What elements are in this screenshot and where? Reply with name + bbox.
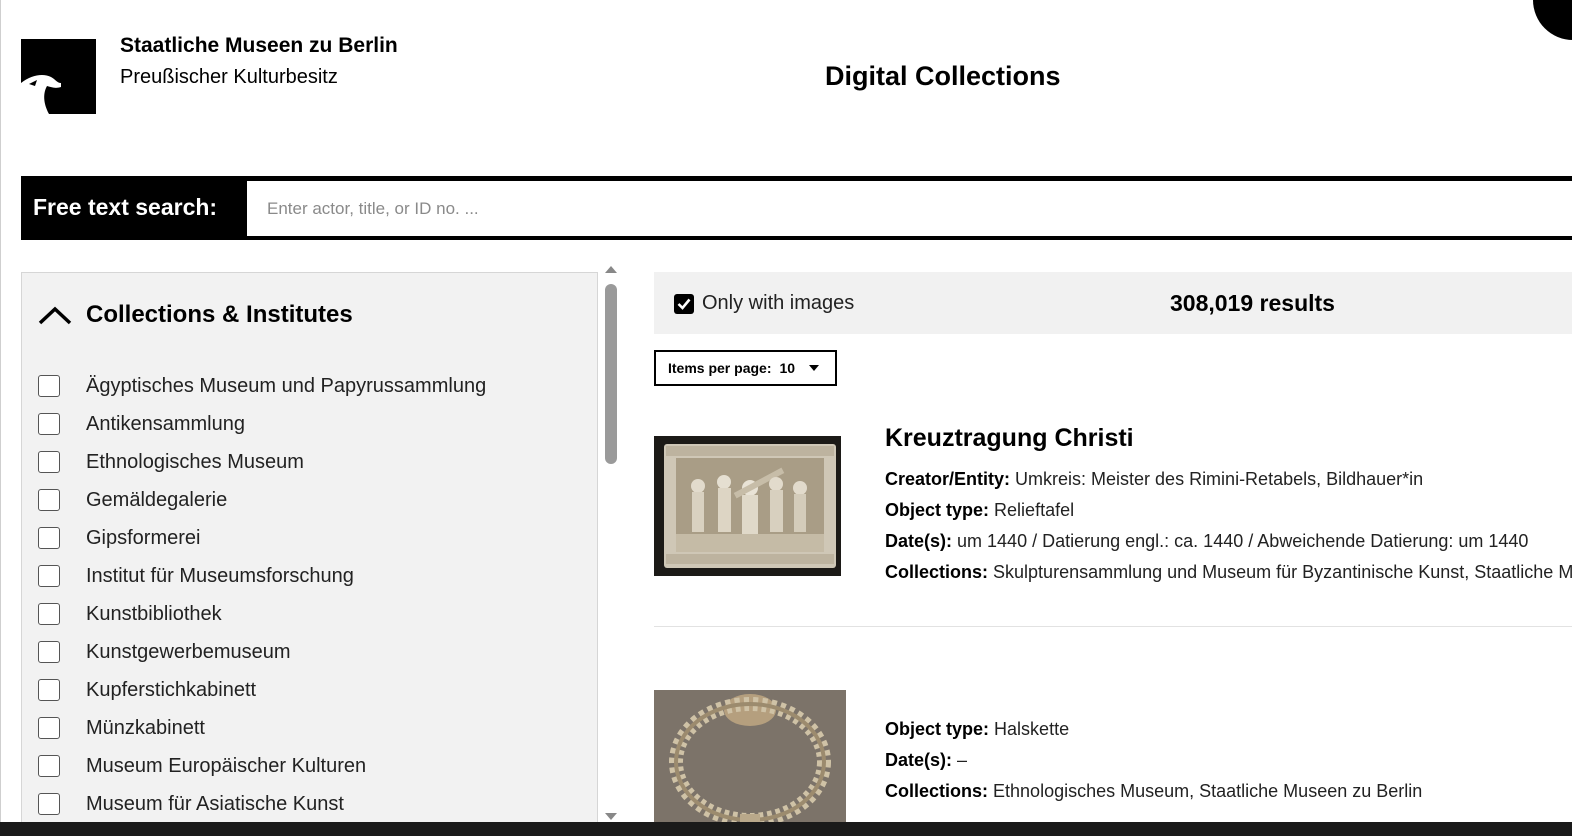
meta-value: um 1440 / Datierung engl.: ca. 1440 / Ab… [957,531,1529,551]
results-toolbar: Only with images 308,019 results [654,272,1572,334]
search-input[interactable] [247,181,1572,236]
search-label: Free text search: [33,194,218,220]
result-dates: Date(s): um 1440 / Datierung engl.: ca. … [885,531,1528,552]
result-thumbnail[interactable] [654,690,846,822]
page-title: Digital Collections [825,61,1061,91]
facet-item[interactable]: Kupferstichkabinett [38,671,486,709]
result-thumbnail[interactable] [654,436,841,576]
meta-label: Date(s): [885,750,953,770]
checkbox[interactable] [38,793,60,815]
facet-list: Ägyptisches Museum und Papyrussammlung A… [38,367,486,822]
facet-item-label: Museum für Asiatische Kunst [86,792,344,815]
facet-item-label: Kunstgewerbemuseum [86,640,291,663]
result-object-type: Object type: Relieftafel [885,500,1074,521]
items-per-page-select[interactable]: Items per page: 10 [654,350,837,386]
result-title[interactable]: Kreuztragung Christi [885,424,1134,453]
result-object-type: Object type: Halskette [885,719,1069,740]
facet-item[interactable]: Institut für Museumsforschung [38,557,486,595]
meta-label: Object type: [885,719,990,739]
facet-item-label: Ethnologisches Museum [86,450,304,473]
checkbox[interactable] [38,641,60,663]
result-collections: Collections: Ethnologisches Museum, Staa… [885,781,1422,802]
results-count: 308,019 results [1170,290,1335,316]
scroll-thumb[interactable] [605,284,617,464]
checkbox[interactable] [38,565,60,587]
meta-label: Collections: [885,781,989,801]
org-name: Staatliche Museen zu Berlin [120,34,398,57]
scroll-down-arrow-icon[interactable] [605,813,617,820]
facet-item[interactable]: Antikensammlung [38,405,486,443]
smb-logo[interactable] [21,39,96,114]
facet-scrollbar[interactable] [601,262,621,822]
relief-image [654,436,841,576]
meta-label: Collections: [885,562,989,582]
search-bar: Free text search: [21,176,1572,240]
checkbox[interactable] [38,717,60,739]
meta-label: Date(s): [885,531,953,551]
browser-window: Staatliche Museen zu Berlin Preußischer … [0,0,1572,822]
meta-value: – [957,750,968,770]
checkbox-checked[interactable] [674,293,694,314]
facet-panel: Collections & Institutes Ägyptisches Mus… [21,272,598,822]
checkbox[interactable] [38,375,60,397]
chevron-up-icon [38,306,72,325]
checkbox[interactable] [38,489,60,511]
facet-item-label: Antikensammlung [86,412,245,435]
result-creator: Creator/Entity: Umkreis: Meister des Rim… [885,469,1423,490]
items-per-page-value: 10 [779,360,796,376]
facet-item-label: Kupferstichkabinett [86,678,257,701]
facet-item[interactable]: Gipsformerei [38,519,486,557]
meta-value: Relieftafel [994,500,1075,520]
meta-value: Skulpturensammlung und Museum für Byzant… [993,562,1572,582]
facet-item[interactable]: Münzkabinett [38,709,486,747]
checkbox[interactable] [38,679,60,701]
necklace-image [654,690,846,822]
facet-item-label: Gemäldegalerie [86,488,228,511]
facet-item[interactable]: Kunstbibliothek [38,595,486,633]
result-dates: Date(s): – [885,750,967,771]
facet-item-label: Ägyptisches Museum und Papyrussammlung [86,374,487,397]
facet-item-label: Gipsformerei [86,526,201,549]
meta-label: Object type: [885,500,990,520]
meta-value: Ethnologisches Museum, Staatliche Museen… [993,781,1423,801]
window-corner [1533,0,1572,40]
facet-title: Collections & Institutes [86,301,353,328]
checkmark-icon [677,298,691,310]
only-with-images-toggle[interactable]: Only with images [674,292,854,315]
meta-label: Creator/Entity: [885,469,1011,489]
result-collections: Collections: Skulpturensammlung und Muse… [885,562,1572,583]
org-subtitle: Preußischer Kulturbesitz [120,66,338,88]
facet-item-label: Institut für Museumsforschung [86,564,354,587]
checkbox[interactable] [38,755,60,777]
facet-item[interactable]: Ägyptisches Museum und Papyrussammlung [38,367,486,405]
facet-header-collections[interactable]: Collections & Institutes [38,301,353,329]
facet-item[interactable]: Kunstgewerbemuseum [38,633,486,671]
checkbox[interactable] [38,451,60,473]
facet-item[interactable]: Museum Europäischer Kulturen [38,747,486,785]
scroll-up-arrow-icon[interactable] [605,266,617,273]
checkbox[interactable] [38,527,60,549]
facet-item[interactable]: Museum für Asiatische Kunst [38,785,486,822]
facet-item[interactable]: Ethnologisches Museum [38,443,486,481]
items-per-page-label: Items per page: [668,360,772,376]
dropdown-caret-icon [809,365,820,371]
checkbox[interactable] [38,413,60,435]
result-divider [654,626,1572,627]
eagle-icon [21,39,96,114]
facet-item-label: Münzkabinett [86,716,205,739]
facet-item[interactable]: Gemäldegalerie [38,481,486,519]
meta-value: Umkreis: Meister des Rimini-Retabels, Bi… [1015,469,1424,489]
only-with-images-label: Only with images [702,292,855,314]
checkbox[interactable] [38,603,60,625]
facet-item-label: Kunstbibliothek [86,602,222,625]
facet-item-label: Museum Europäischer Kulturen [86,754,367,777]
meta-value: Halskette [994,719,1070,739]
